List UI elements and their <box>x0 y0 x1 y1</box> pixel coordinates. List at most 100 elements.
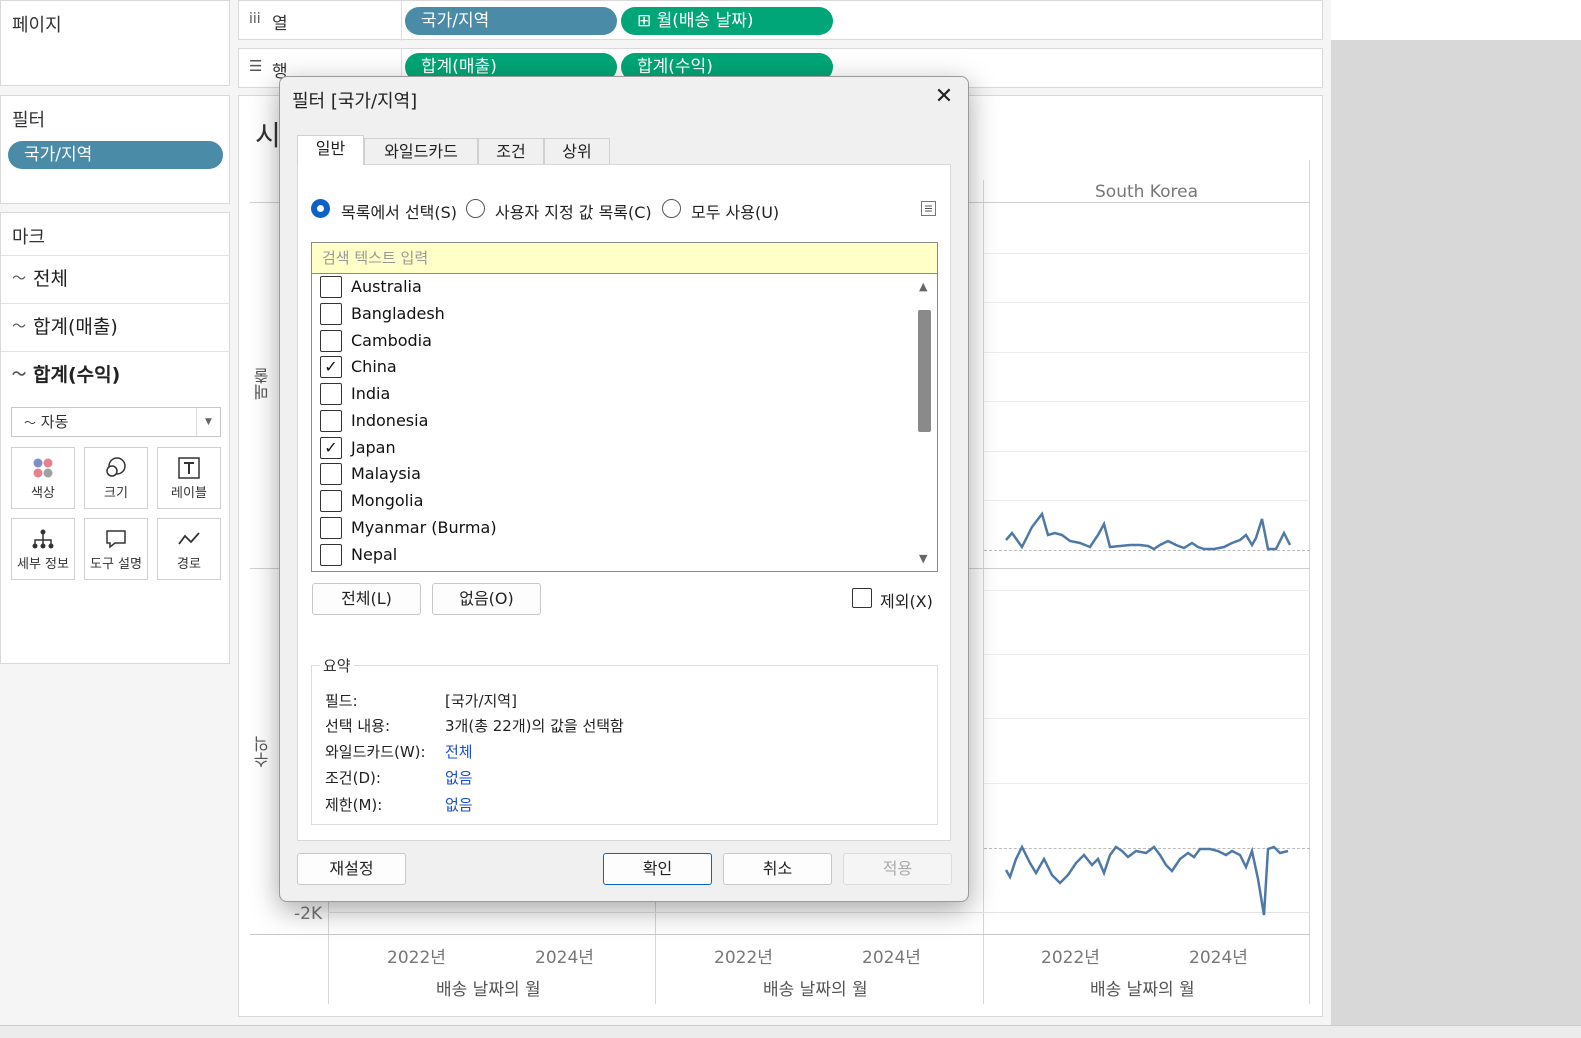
checkbox[interactable] <box>320 490 342 512</box>
exclude-checkbox[interactable] <box>852 588 872 608</box>
x-tick-label: 2024년 <box>1189 948 1248 968</box>
close-icon[interactable]: ✕ <box>932 85 956 109</box>
radio-use-all[interactable] <box>662 199 681 218</box>
summary-wildcard-link[interactable]: 전체 <box>445 741 473 762</box>
marks-row-profit[interactable]: 〜 합계(수익) <box>1 351 230 399</box>
list-item[interactable]: ✓ Japan <box>320 436 900 462</box>
y-tick-label: -2K <box>294 904 323 924</box>
gridline <box>984 500 1310 501</box>
summary-field-value: [국가/지역] <box>445 692 517 710</box>
search-input[interactable]: 검색 텍스트 입력 <box>312 243 937 274</box>
list-item-label: Nepal <box>351 545 398 564</box>
list-item[interactable]: Indonesia <box>320 409 900 435</box>
tab-top[interactable]: 상위 <box>544 138 610 164</box>
filters-card[interactable]: 필터 국가/지역 <box>0 95 230 204</box>
scroll-thumb[interactable] <box>918 310 931 432</box>
x-axis-line <box>250 934 1310 935</box>
list-scrollbar[interactable]: ▲ ▼ <box>913 274 937 571</box>
list-item[interactable]: Cambodia <box>320 329 900 355</box>
line-mark-icon: 〜 <box>12 367 26 383</box>
filter-pill-country[interactable]: 국가/지역 <box>8 141 223 169</box>
select-none-button[interactable]: 없음(O) <box>432 583 541 615</box>
tooltip-bubble-icon <box>85 519 147 553</box>
tooltip-button[interactable]: 도구 설명 <box>84 518 148 580</box>
tab-general[interactable]: 일반 <box>297 135 364 165</box>
color-button[interactable]: 색상 <box>11 447 75 509</box>
radio-select-from-list[interactable] <box>311 199 330 218</box>
marks-card: 마크 〜 전체 〜 합계(매출) 〜 합계(수익) 〜 자동 ▼ 색상 크기 레… <box>0 212 230 664</box>
columns-pill-country[interactable]: 국가/지역 <box>405 7 617 35</box>
pages-card[interactable]: 페이지 <box>0 0 230 86</box>
tooltip-label: 도구 설명 <box>90 557 142 572</box>
list-item[interactable]: India <box>320 382 900 408</box>
list-item[interactable]: Bangladesh <box>320 302 900 328</box>
summary-condition-link[interactable]: 없음 <box>445 767 473 788</box>
marks-row-all[interactable]: 〜 전체 <box>1 255 230 303</box>
x-tick-label: 2022년 <box>1041 948 1100 968</box>
list-item[interactable]: Malaysia <box>320 462 900 488</box>
profit-line-south-korea <box>1004 844 1289 916</box>
marks-row-sales[interactable]: 〜 합계(매출) <box>1 303 230 351</box>
checkbox[interactable] <box>320 517 342 539</box>
size-circles-icon <box>85 448 147 482</box>
path-button[interactable]: 경로 <box>157 518 221 580</box>
line-mark-icon: 〜 <box>24 416 37 430</box>
line-mark-icon: 〜 <box>12 319 26 335</box>
gridline <box>984 401 1310 402</box>
x-tick-label: 2024년 <box>535 948 594 968</box>
gridline <box>984 352 1310 353</box>
radio-label: 사용자 지정 값 목록(C) <box>495 203 652 222</box>
checkbox[interactable] <box>320 383 342 405</box>
marks-row-label: 합계(매출) <box>33 316 118 338</box>
list-menu-icon[interactable] <box>921 201 936 216</box>
apply-button[interactable]: 적용 <box>843 853 952 885</box>
checkbox[interactable] <box>320 303 342 325</box>
columns-pill-month[interactable]: ⊞ 월(배송 날짜) <box>621 7 833 35</box>
checkbox[interactable] <box>320 463 342 485</box>
summary-limit-link[interactable]: 없음 <box>445 794 473 815</box>
list-item[interactable]: ✓ China <box>320 355 900 381</box>
cancel-button[interactable]: 취소 <box>723 853 832 885</box>
ok-button[interactable]: 확인 <box>603 853 712 885</box>
select-all-button[interactable]: 전체(L) <box>312 583 421 615</box>
mark-type-value: 자동 <box>40 413 69 431</box>
list-item[interactable]: Myanmar (Burma) <box>320 516 900 542</box>
pane-divider <box>983 180 984 1004</box>
summary-selection-key: 선택 내용: <box>325 717 391 735</box>
filters-title: 필터 <box>12 110 46 131</box>
summary-title: 요약 <box>320 655 354 676</box>
detail-button[interactable]: 세부 정보 <box>11 518 75 580</box>
checkbox-checked[interactable]: ✓ <box>320 356 342 378</box>
radio-label: 모두 사용(U) <box>691 203 780 222</box>
tab-wildcard[interactable]: 와일드카드 <box>364 138 478 164</box>
label-button[interactable]: 레이블 <box>157 447 221 509</box>
reset-button[interactable]: 재설정 <box>297 853 406 885</box>
list-item[interactable]: Mongolia <box>320 489 900 515</box>
list-item-label: Malaysia <box>351 464 421 483</box>
columns-label: 열 <box>272 14 288 34</box>
checkbox-checked[interactable]: ✓ <box>320 437 342 459</box>
size-button[interactable]: 크기 <box>84 447 148 509</box>
radio-custom-value-list[interactable] <box>466 199 485 218</box>
checkbox[interactable] <box>320 544 342 566</box>
checkbox[interactable] <box>320 276 342 298</box>
columns-shelf[interactable]: iii 열 국가/지역 ⊞ 월(배송 날짜) <box>238 0 1323 41</box>
tab-condition[interactable]: 조건 <box>478 138 544 164</box>
summary-field-key: 필드: <box>325 692 358 710</box>
detail-label: 세부 정보 <box>17 557 69 572</box>
x-tick-label: 2024년 <box>862 948 921 968</box>
country-listbox[interactable]: 검색 텍스트 입력 Australia Bangladesh Cambodia … <box>311 242 938 572</box>
scroll-up-icon[interactable]: ▲ <box>919 280 927 293</box>
bottom-status-bar <box>0 1025 1581 1038</box>
x-tick-label: 2022년 <box>387 948 446 968</box>
gridline <box>984 451 1310 452</box>
checkbox[interactable] <box>320 330 342 352</box>
marks-row-label: 전체 <box>33 268 68 290</box>
list-item[interactable]: Australia <box>320 275 900 301</box>
scroll-down-icon[interactable]: ▼ <box>919 552 927 565</box>
checkbox[interactable] <box>320 410 342 432</box>
summary-condition-key: 조건(D): <box>325 769 381 787</box>
sales-line-south-korea <box>1005 511 1292 551</box>
list-item[interactable]: Nepal <box>320 543 900 569</box>
mark-type-dropdown[interactable]: 〜 자동 ▼ <box>11 407 221 437</box>
